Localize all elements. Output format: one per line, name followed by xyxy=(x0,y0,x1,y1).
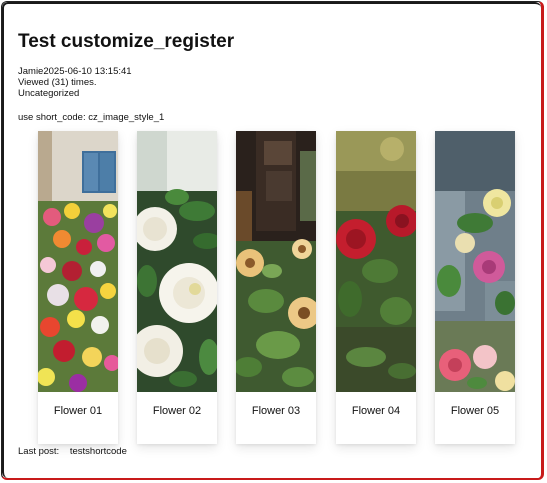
shortcode-note: use short_code: cz_image_style_1 xyxy=(18,112,165,123)
image-gallery: Flower 01 Flower 02 Flower 03 Flower 04 … xyxy=(2,131,541,446)
last-post-label: Last post: xyxy=(18,446,60,457)
post-frame: Test customize_register Jamie2025-06-10 … xyxy=(1,1,544,480)
flower-02-caption: Flower 02 xyxy=(152,405,202,417)
flower-01-image[interactable] xyxy=(38,131,118,392)
last-post-link[interactable]: testshortcode xyxy=(70,446,127,457)
flower-03-image[interactable] xyxy=(236,131,316,392)
flower-05-image[interactable] xyxy=(435,131,515,392)
post-meta: Jamie2025-06-10 13:15:41 Viewed (31) tim… xyxy=(18,66,132,99)
gallery-card-flower-01[interactable]: Flower 01 xyxy=(38,131,118,444)
flower-04-caption: Flower 04 xyxy=(351,405,401,417)
post-category[interactable]: Uncategorized xyxy=(18,88,132,99)
flower-01-caption: Flower 01 xyxy=(53,405,103,417)
flower-03-caption: Flower 03 xyxy=(251,405,301,417)
flower-04-image[interactable] xyxy=(336,131,416,392)
last-post-nav: Last post: testshortcode xyxy=(18,446,127,457)
gallery-card-flower-04[interactable]: Flower 04 xyxy=(336,131,416,444)
post-view-count: Viewed (31) times. xyxy=(18,77,97,88)
gallery-card-flower-03[interactable]: Flower 03 xyxy=(236,131,316,444)
gallery-card-flower-05[interactable]: Flower 05 xyxy=(435,131,515,444)
post-title: Test customize_register xyxy=(18,31,235,52)
flower-05-caption: Flower 05 xyxy=(450,405,500,417)
post-author-date: Jamie2025-06-10 13:15:41 xyxy=(18,66,132,77)
flower-02-image[interactable] xyxy=(137,131,217,392)
gallery-card-flower-02[interactable]: Flower 02 xyxy=(137,131,217,444)
